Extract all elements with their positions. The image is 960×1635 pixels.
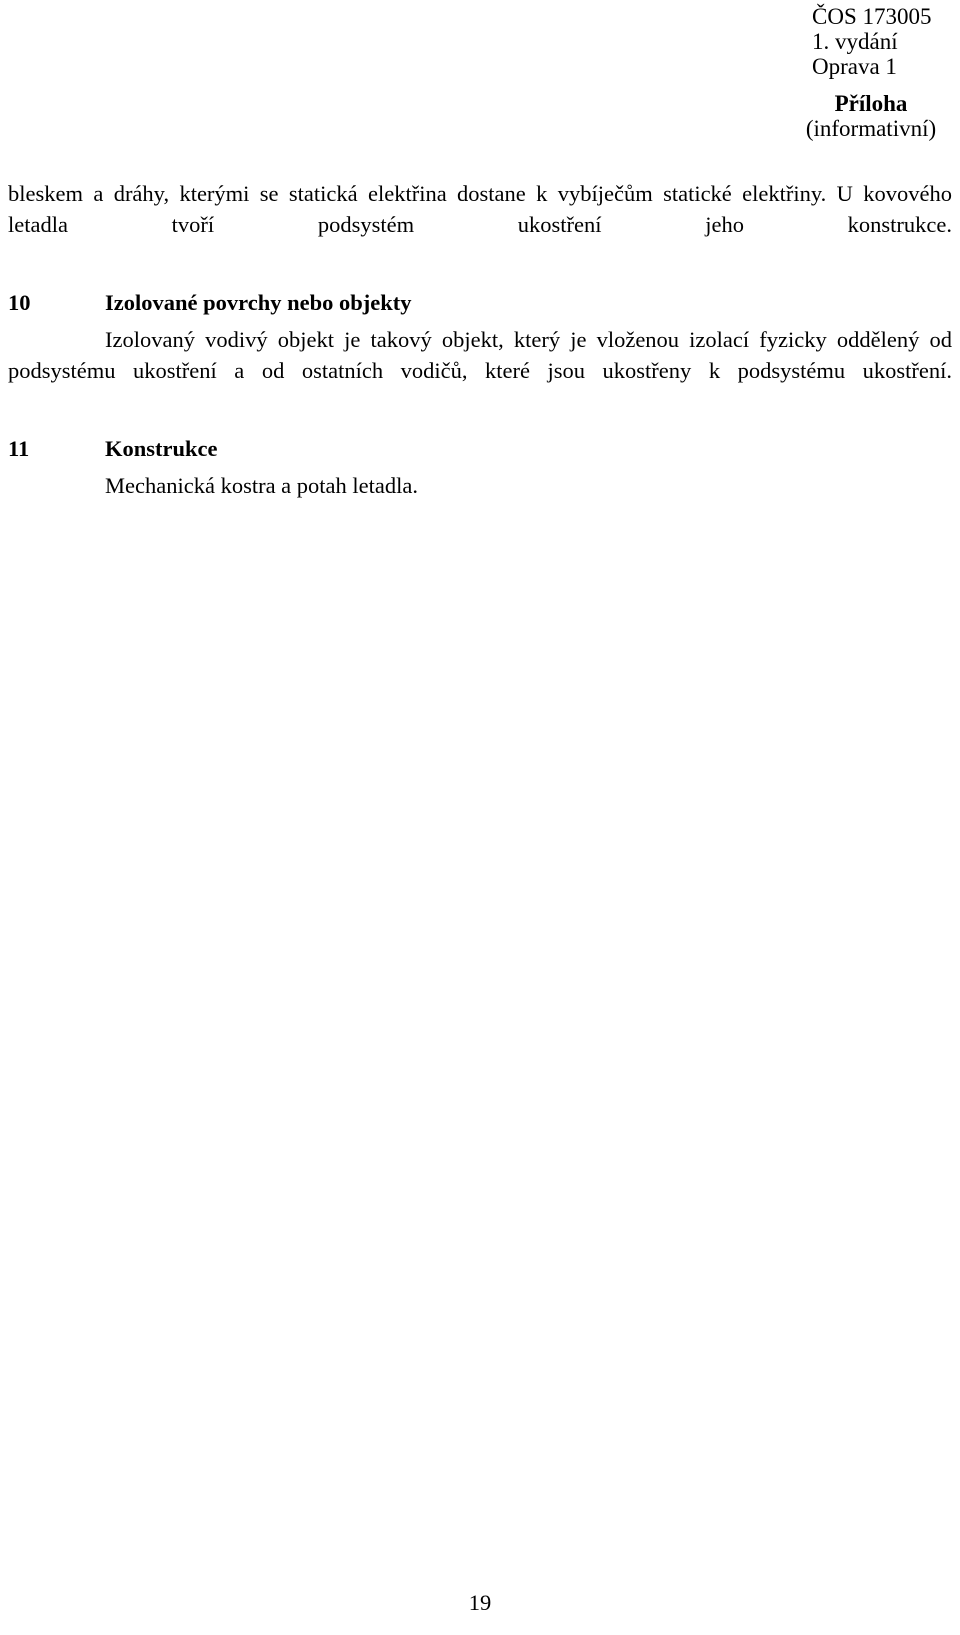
document-body: bleskem a dráhy, kterými se statická ele… xyxy=(8,178,952,501)
annex-title: Příloha xyxy=(834,91,908,116)
section-number: 10 xyxy=(8,290,31,315)
section-title: Izolované povrchy nebo objekty xyxy=(105,290,412,315)
annex-block: Příloha (informativní) xyxy=(600,91,952,141)
section-title: Konstrukce xyxy=(105,436,218,461)
document-header: ČOS 173005 1. vydání Oprava 1 Příloha (i… xyxy=(600,4,952,141)
section-10-paragraph: Izolovaný vodivý objekt je takový objekt… xyxy=(8,327,952,383)
section-heading-10: 10 Izolované povrchy nebo objekty xyxy=(8,287,952,318)
page-number: 19 xyxy=(468,1590,492,1615)
page-footer: 19 xyxy=(0,1590,960,1616)
standard-identifier: ČOS 173005 xyxy=(812,4,932,29)
section-11-paragraph: Mechanická kostra a potah letadla. xyxy=(105,473,418,498)
section-heading-11: 11 Konstrukce xyxy=(8,433,952,464)
document-page: ČOS 173005 1. vydání Oprava 1 Příloha (i… xyxy=(0,0,960,1635)
annex-kind: (informativní) xyxy=(805,116,937,141)
amendment-label: Oprava 1 xyxy=(812,54,897,79)
section-number: 11 xyxy=(8,436,30,461)
edition-label: 1. vydání xyxy=(812,29,898,54)
intro-paragraph: bleskem a dráhy, kterými se statická ele… xyxy=(8,181,952,237)
